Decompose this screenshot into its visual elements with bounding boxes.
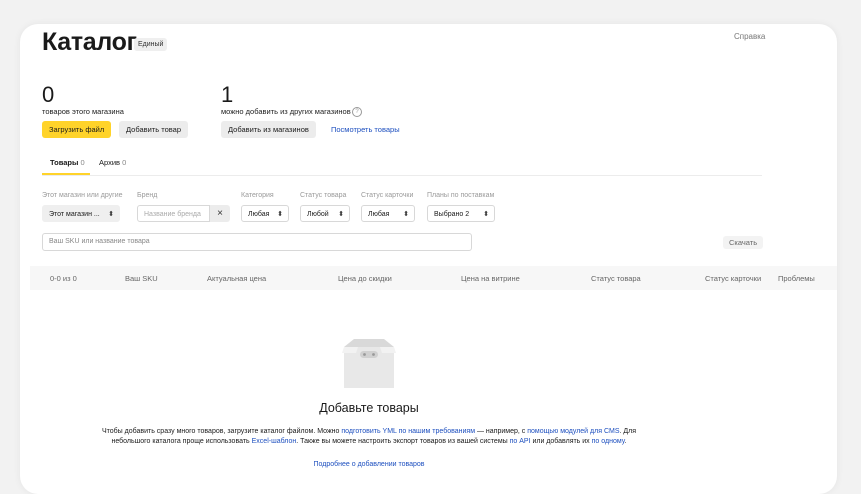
learn-more-link[interactable]: Подробнее о добавлении товаров <box>0 461 738 468</box>
category-filter-select[interactable]: Любая ⬍ <box>241 205 289 222</box>
empty-text-part: Чтобы добавить сразу много товаров, загр… <box>101 428 342 435</box>
column-actual-price[interactable]: Актуальная цена <box>207 274 266 283</box>
add-product-button[interactable]: Добавить товар <box>119 121 188 138</box>
empty-text-part: небольшого каталога проще использовать <box>111 438 252 445</box>
select-arrow-icon: ⬍ <box>338 211 344 218</box>
shop-filter-value: Этот магазин ... <box>49 211 100 218</box>
select-arrow-icon: ⬍ <box>483 211 489 218</box>
shop-filter-label: Этот магазин или другие <box>42 192 123 199</box>
brand-filter-label: Бренд <box>137 192 158 199</box>
empty-text-part: . Для <box>619 428 637 435</box>
add-one-by-one-link[interactable]: по одному <box>592 438 625 445</box>
help-link[interactable]: Справка <box>734 32 765 41</box>
status-filter-label: Статус товара <box>300 192 347 199</box>
shop-filter-select[interactable]: Этот магазин ... ⬍ <box>42 205 120 222</box>
select-arrow-icon: ⬍ <box>108 211 114 218</box>
tab-goods-count: 0 <box>80 158 85 167</box>
plans-filter-value: Выбрано 2 <box>434 211 470 218</box>
upload-file-button[interactable]: Загрузить файл <box>42 121 112 138</box>
card-status-filter-value: Любая <box>368 211 390 218</box>
tab-goods-label: Товары <box>50 158 79 167</box>
tab-archive[interactable]: Архив 0 <box>99 158 126 167</box>
tab-archive-count: 0 <box>122 158 127 167</box>
column-storefront-price[interactable]: Цена на витрине <box>461 274 520 283</box>
column-sku[interactable]: Ваш SKU <box>125 274 158 283</box>
card-status-filter-select[interactable]: Любая ⬍ <box>361 205 415 222</box>
empty-state-line-2: небольшого каталога проще использовать E… <box>0 438 738 445</box>
own-goods-caption: товаров этого магазина <box>42 107 124 116</box>
plans-filter-select[interactable]: Выбрано 2 ⬍ <box>427 205 495 222</box>
status-filter-value: Любой <box>307 211 329 218</box>
page-title: Каталог <box>42 28 137 56</box>
column-card-status[interactable]: Статус карточки <box>705 274 761 283</box>
card-status-filter-label: Статус карточки <box>361 192 414 199</box>
empty-box-icon <box>342 339 396 388</box>
empty-text-part: — например, с <box>475 428 528 435</box>
empty-text-part: . <box>624 438 627 445</box>
empty-text-part: или добавлять их <box>530 438 592 445</box>
select-arrow-icon: ⬍ <box>403 211 409 218</box>
view-goods-link[interactable]: Посмотреть товары <box>331 125 400 134</box>
select-arrow-icon: ⬍ <box>277 211 283 218</box>
brand-input[interactable]: Название бренда <box>137 205 210 222</box>
column-price-before-discount[interactable]: Цена до скидки <box>338 274 392 283</box>
sku-search-input[interactable]: Ваш SKU или название товара <box>42 233 472 251</box>
cms-modules-link[interactable]: помощью модулей для CMS <box>527 428 619 435</box>
info-icon[interactable]: ? <box>352 107 362 117</box>
add-from-shops-button[interactable]: Добавить из магазинов <box>221 121 316 138</box>
empty-state-line-1: Чтобы добавить сразу много товаров, загр… <box>0 428 738 435</box>
catalog-type-badge: Единый <box>134 38 168 51</box>
category-filter-value: Любая <box>248 211 270 218</box>
active-tab-indicator <box>42 173 90 175</box>
pagination-counter: 0-0 из 0 <box>50 274 77 283</box>
plans-filter-label: Планы по поставкам <box>427 192 495 199</box>
status-filter-select[interactable]: Любой ⬍ <box>300 205 350 222</box>
own-goods-count: 0 <box>42 82 55 107</box>
api-link[interactable]: по API <box>510 438 531 445</box>
column-problems[interactable]: Проблемы <box>778 274 815 283</box>
excel-template-link[interactable]: Excel-шаблон <box>252 438 297 445</box>
tabs-divider <box>42 175 762 176</box>
other-shops-count: 1 <box>221 82 234 107</box>
clear-brand-icon[interactable]: × <box>210 205 230 222</box>
download-button[interactable]: Скачать <box>723 236 764 249</box>
other-shops-caption: можно добавить из других магазинов <box>221 107 351 116</box>
empty-text-part: . Также вы можете настроить экспорт това… <box>296 438 510 445</box>
empty-state-title: Добавьте товары <box>319 401 419 415</box>
column-product-status[interactable]: Статус товара <box>591 274 641 283</box>
tab-archive-label: Архив <box>99 158 121 167</box>
catalog-card <box>20 24 837 494</box>
tab-goods[interactable]: Товары 0 <box>50 158 85 167</box>
category-filter-label: Категория <box>241 192 274 199</box>
yml-requirements-link[interactable]: подготовить YML по нашим требованиям <box>341 428 475 435</box>
